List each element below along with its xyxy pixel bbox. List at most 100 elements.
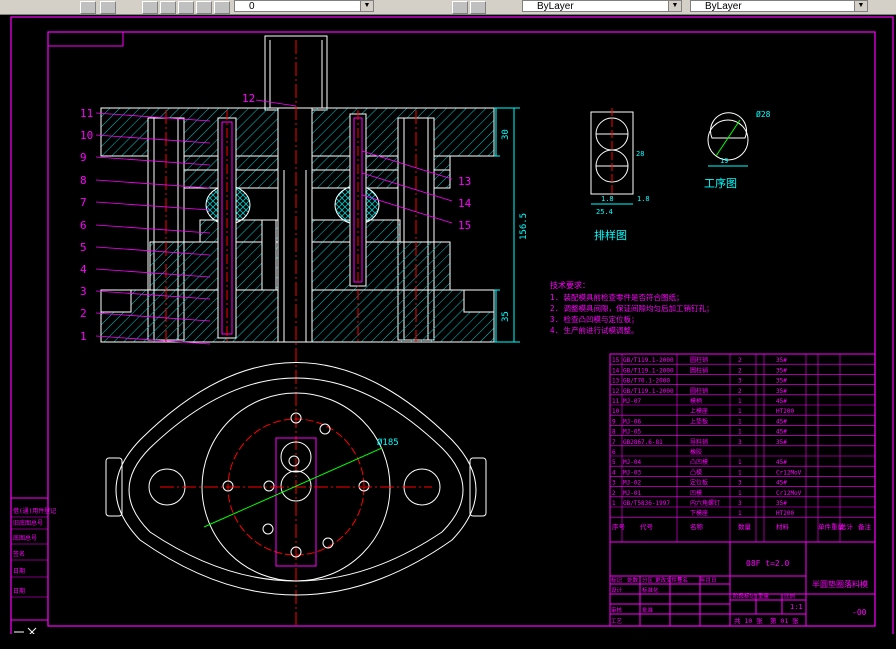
bom-cell-qty: 1 xyxy=(738,408,742,415)
title-block-label: 工艺 xyxy=(611,618,623,625)
layer-dropdown[interactable]: 0 ▼ xyxy=(234,0,374,12)
locator-pin xyxy=(261,219,277,291)
code-box xyxy=(48,32,124,47)
bom-cell-mat: 35# xyxy=(776,378,787,385)
bom-cell-code: MJ-05 xyxy=(623,429,641,436)
bom-cell-name: 上垫板 xyxy=(690,417,708,425)
bom-cell-no: 7 xyxy=(612,439,616,446)
bom-cell-no: 4 xyxy=(612,469,616,476)
bom-cell-name: 上模座 xyxy=(690,407,708,415)
bom-cell-qty: 1 xyxy=(738,398,742,405)
bom-cell-no: 6 xyxy=(612,449,616,456)
bom-cell-qty: 3 xyxy=(738,378,742,385)
layer-icon[interactable] xyxy=(142,1,158,14)
save-icon[interactable] xyxy=(100,1,116,14)
command-line[interactable] xyxy=(0,634,896,649)
dim-height-total: 156.5 xyxy=(519,213,529,240)
center-punch xyxy=(277,107,313,343)
chevron-down-icon: ▼ xyxy=(668,1,681,11)
bom-cell-qty: 2 xyxy=(738,388,742,395)
bom-cell-mat: HT200 xyxy=(776,510,794,517)
bom-cell-no: 15 xyxy=(612,357,620,364)
pan-icon[interactable] xyxy=(80,1,96,14)
bom-cell-code: GB2867.6-81 xyxy=(623,439,663,446)
bom-cell-name: 凸模 xyxy=(690,468,702,476)
bom-cell-name: 凸凹模 xyxy=(690,458,708,466)
callout-10: 10 xyxy=(80,129,93,142)
callout-12: 12 xyxy=(242,92,255,105)
bom-cell-code: GB/T70.1-2000 xyxy=(623,378,670,385)
drawing-canvas[interactable]: 30 35 156.5 111098765432113141512 Ø185 2… xyxy=(0,15,896,649)
title-block-label: 处数 xyxy=(627,576,639,584)
bom-cell-qty: 3 xyxy=(738,480,742,487)
title-block-label: 分区 xyxy=(642,576,654,584)
bom-cell-qty: 3 xyxy=(738,500,742,507)
title-material: 08F t=2.0 xyxy=(746,559,790,568)
bom-cell-no: 14 xyxy=(612,367,620,374)
bom-cell-name: 模柄 xyxy=(690,397,702,405)
layer-previous-icon[interactable] xyxy=(470,1,486,14)
bom-cell-code: GB/T5836-1997 xyxy=(623,500,670,507)
linetype-value: ByLayer xyxy=(705,1,742,12)
side-stamp: 借(通)用件登记旧底图总号底图总号签名日期日期 xyxy=(10,497,56,621)
stamp-label: 日期 xyxy=(13,587,25,595)
tech-req-item-1: 1. 装配模具前检查零件是否符合图纸； xyxy=(550,292,684,302)
bom-cell-no: 9 xyxy=(612,418,616,425)
bom-cell-mat: 45# xyxy=(776,398,787,405)
bom-cell-mat: Cr12MoV xyxy=(776,469,802,476)
chevron-down-icon: ▼ xyxy=(854,1,867,11)
strip-layout-label: 排样图 xyxy=(594,228,627,242)
tech-req-title: 技术要求： xyxy=(550,280,590,290)
title-block-label: 签名 xyxy=(677,576,688,584)
title-sheet: 第 01 张 xyxy=(770,616,799,625)
bom-header: 名称 xyxy=(690,522,704,531)
color-dropdown[interactable]: ByLayer ▼ xyxy=(522,0,682,12)
bom-cell-code: MJ-07 xyxy=(623,398,641,405)
color-swatch-icon[interactable] xyxy=(214,1,230,14)
title-sheets: 共 10 张 xyxy=(734,616,763,625)
callout-4: 4 xyxy=(80,263,87,276)
process-dia: Ø28 xyxy=(756,109,771,119)
callout-8: 8 xyxy=(80,174,87,187)
title-scale: 1:1 xyxy=(790,603,803,611)
tech-req-item-4: 4. 生产前进行试模调整。 xyxy=(550,325,639,335)
bom-cell-code: MJ-04 xyxy=(623,459,641,466)
stamp-label: 底图总号 xyxy=(13,534,37,542)
bom-cell-no: 12 xyxy=(612,388,620,395)
bom-cell-qty: 2 xyxy=(738,357,742,364)
bom-cell-qty: 1 xyxy=(738,459,742,466)
linetype-dropdown[interactable]: ByLayer ▼ xyxy=(690,0,868,12)
title-block-label: 批准 xyxy=(642,606,654,614)
bom-cell-mat: 45# xyxy=(776,418,787,425)
bom-cell-mat: 35# xyxy=(776,439,787,446)
bom-cell-qty: 1 xyxy=(738,429,742,436)
bom-cell-code: MJ-02 xyxy=(623,480,641,487)
dim-height-bottom: 35 xyxy=(501,311,511,322)
bulb-icon[interactable] xyxy=(160,1,176,14)
callout-3: 3 xyxy=(80,285,87,298)
sun-icon[interactable] xyxy=(178,1,194,14)
callout-15: 15 xyxy=(458,219,471,232)
title-block-label: 标准化 xyxy=(642,586,659,594)
bom-cell-qty: 1 xyxy=(738,490,742,497)
bom-cell-mat: 35# xyxy=(776,388,787,395)
bom-header: 数量 xyxy=(738,522,752,531)
bom-cell-name: 定位板 xyxy=(690,479,708,487)
chevron-down-icon: ▼ xyxy=(360,1,373,11)
strip-dim-a: 1.8 xyxy=(601,195,614,203)
title-block-label: 审核 xyxy=(611,606,623,614)
bom-header: 代号 xyxy=(640,522,654,531)
lock-icon[interactable] xyxy=(196,1,212,14)
bom-cell-code: MJ-01 xyxy=(623,490,641,497)
bom-cell-mat: 45# xyxy=(776,429,787,436)
bom-cell-no: 13 xyxy=(612,378,620,385)
stamp-label: 旧底图总号 xyxy=(13,519,43,527)
callout-13: 13 xyxy=(458,175,471,188)
bom-table: 15 GB/T119.1-2000 圆柱销 2 35#14 GB/T119.1-2000 圆… xyxy=(609,353,876,543)
match-properties-icon[interactable] xyxy=(452,1,468,14)
title-block-label: 标记 xyxy=(611,576,623,584)
bom-cell-code: MJ-06 xyxy=(623,418,641,425)
title-drawing-no: -00 xyxy=(852,608,867,617)
bom-cell-name: 圆柱销 xyxy=(690,387,708,395)
callout-14: 14 xyxy=(458,197,472,210)
